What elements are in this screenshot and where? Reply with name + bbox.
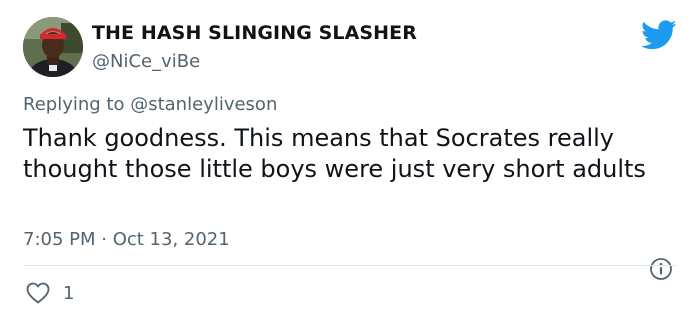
tweet-timestamp[interactable]: 7:05 PM · Oct 13, 2021 [23,229,230,250]
author-handle[interactable]: @NiCe_viBe [92,51,200,72]
heart-icon[interactable] [26,282,50,304]
replying-to-label: Replying to [23,94,125,115]
twitter-bird-icon[interactable] [641,20,677,50]
like-count: 1 [63,283,75,304]
avatar[interactable] [23,17,83,77]
tweet-text: Thank goodness. This means that Socrates… [23,124,646,183]
divider [23,265,677,266]
tweet-card: THE HASH SLINGING SLASHER @NiCe_viBe Rep… [0,0,700,319]
info-icon[interactable] [649,257,673,281]
reply-mention-link[interactable]: @stanleyliveson [130,94,277,115]
author-display-name[interactable]: THE HASH SLINGING SLASHER [92,22,417,44]
replying-to-line: Replying to @stanleyliveson [23,94,277,115]
